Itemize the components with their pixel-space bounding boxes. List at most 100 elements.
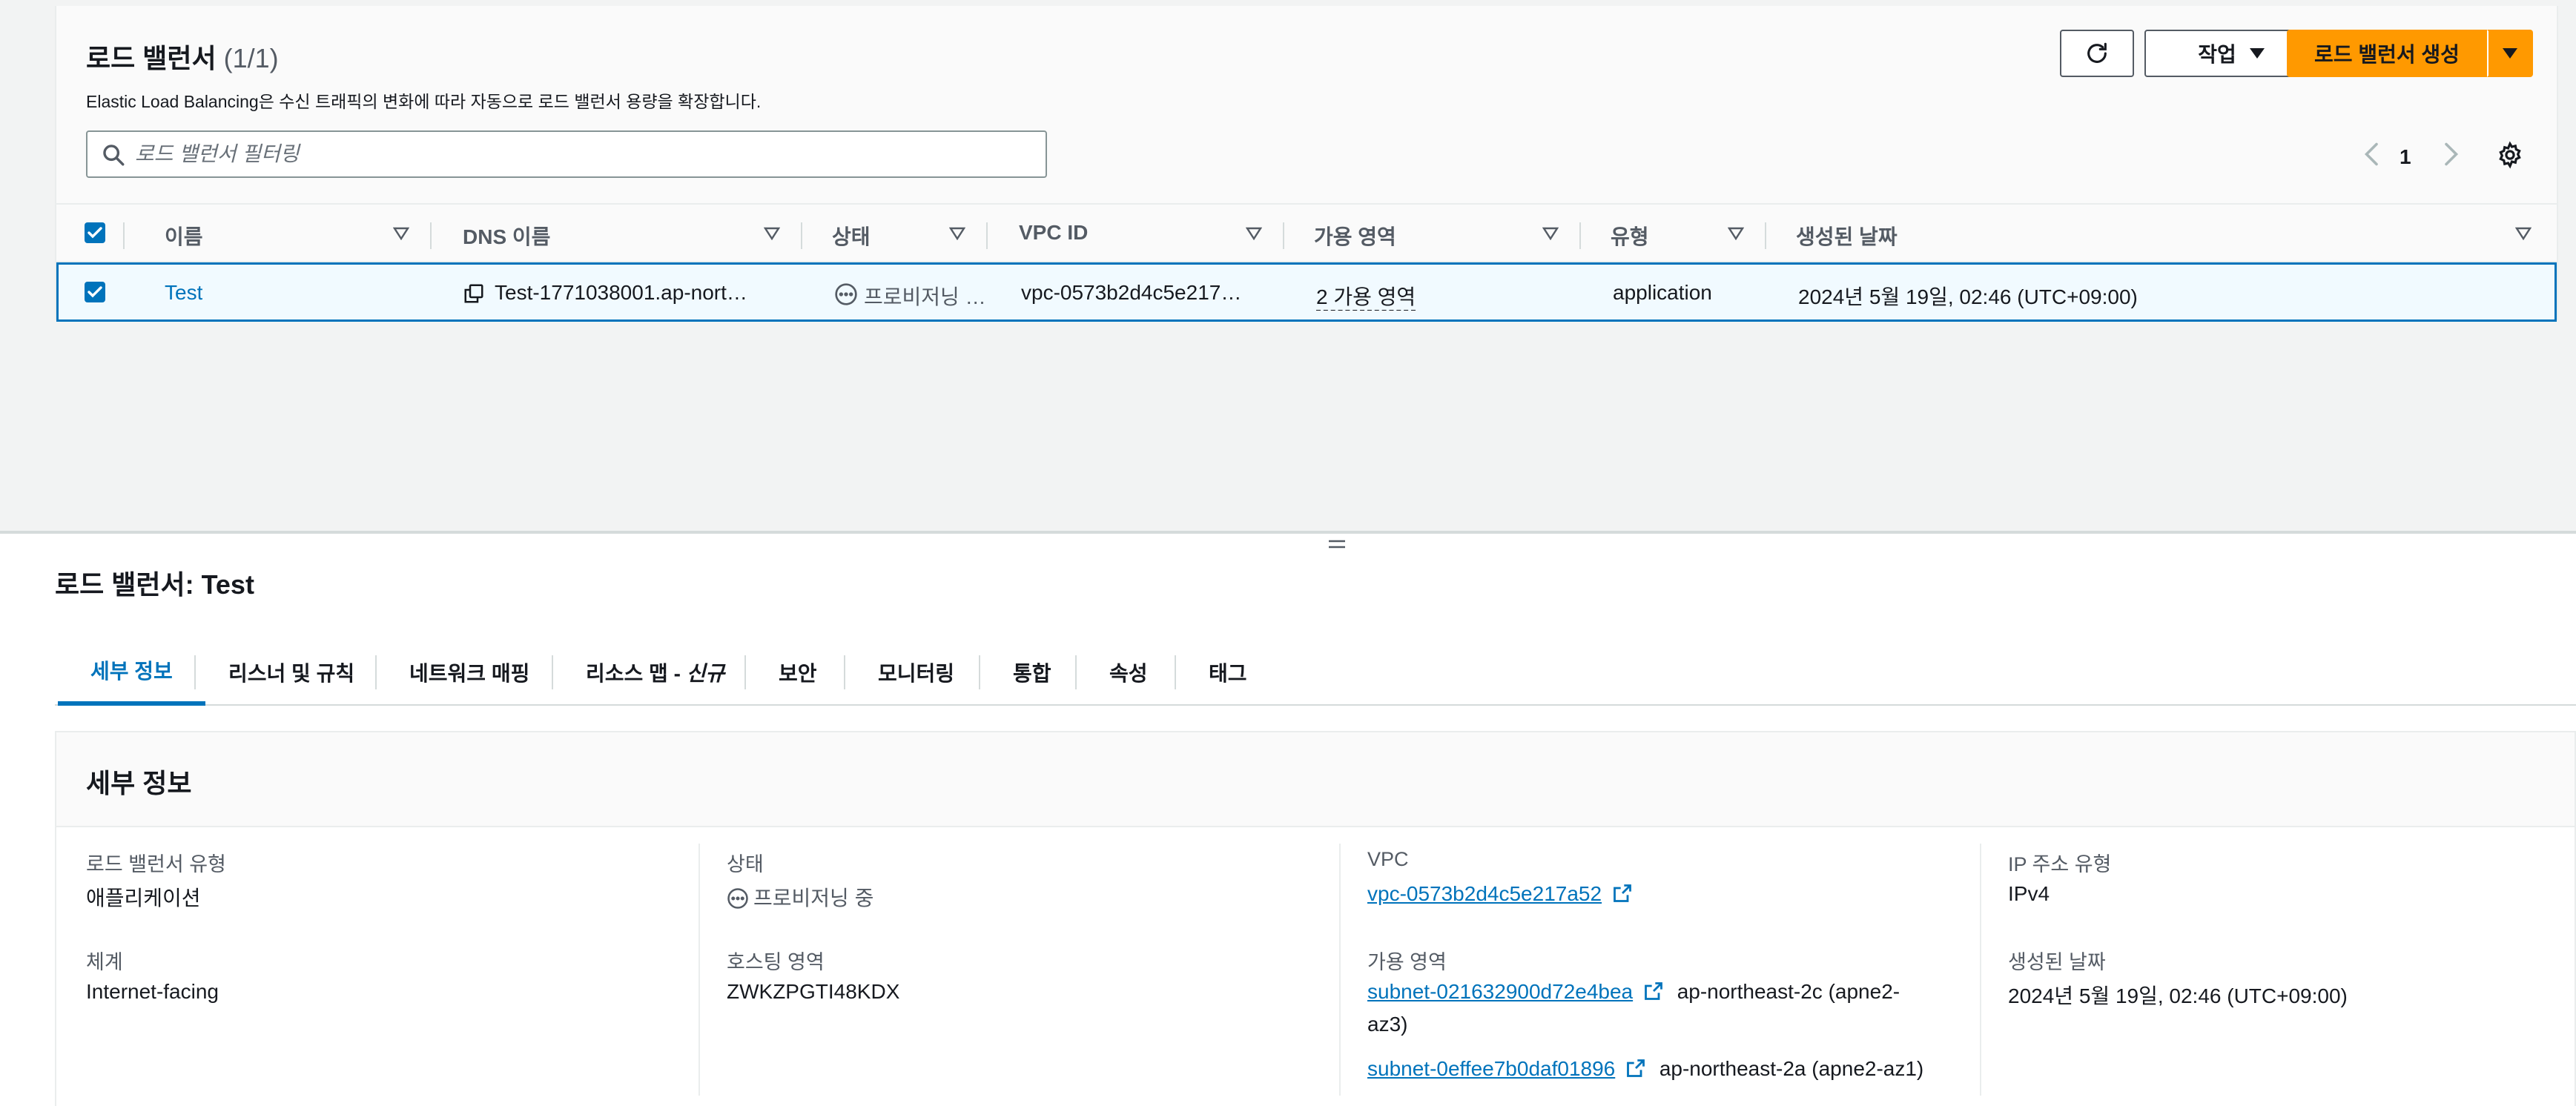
- row-created: 2024년 5월 19일, 02:46 (UTC+09:00): [1798, 285, 2138, 308]
- row-dns: Test-1771038001.ap-nort…: [495, 281, 747, 304]
- details-column-4: IP 주소 유형 IPv4 생성된 날짜 2024년 5월 19일, 02:46…: [2008, 827, 2557, 1106]
- external-link-icon[interactable]: [1612, 883, 1633, 904]
- list-title-text: 로드 밸런서: [86, 43, 217, 73]
- column-header-az[interactable]: 가용 영역: [1314, 221, 1396, 251]
- create-label: 로드 밸런서 생성: [2314, 43, 2460, 66]
- status-text: 프로비저닝 중: [753, 887, 874, 910]
- gear-icon[interactable]: [2496, 141, 2524, 169]
- search-box: [86, 130, 1047, 178]
- new-badge: 신규: [686, 662, 725, 685]
- column-header-name[interactable]: 이름: [165, 221, 203, 251]
- tab-label: 네트워크 매핑: [409, 662, 530, 685]
- details-column-3: VPC vpc-0573b2d4c5e217a52 가용 영역 subnet-0…: [1367, 827, 1975, 1106]
- check-icon: [87, 227, 102, 239]
- panel-splitter[interactable]: [0, 531, 2576, 534]
- drag-handle-icon[interactable]: [1327, 538, 1347, 550]
- tab-attributes[interactable]: 속성: [1077, 639, 1180, 706]
- sort-triangle-icon[interactable]: [764, 227, 780, 240]
- sort-triangle-icon[interactable]: [2515, 227, 2532, 240]
- status-value: 프로비저닝 중: [727, 882, 873, 912]
- sort-triangle-icon[interactable]: [393, 227, 409, 240]
- lb-type-value: 애플리케이션: [86, 887, 201, 910]
- check-icon: [87, 286, 102, 298]
- created-label: 생성된 날짜: [2008, 951, 2106, 973]
- vpc-label: VPC: [1367, 848, 1409, 870]
- tab-integrations[interactable]: 통합: [980, 639, 1084, 706]
- row-status: 프로비저닝 중…: [864, 285, 990, 308]
- sort-triangle-icon[interactable]: [1542, 227, 1559, 240]
- tab-monitoring[interactable]: 모니터링: [845, 639, 987, 706]
- refresh-icon: [2087, 42, 2107, 63]
- load-balancer-list-panel: 로드 밸런서 (1/1) Elastic Load Balancing은 수신 …: [55, 6, 2558, 322]
- refresh-button[interactable]: [2060, 30, 2134, 77]
- row-checkbox[interactable]: [85, 282, 105, 302]
- tab-network-mapping[interactable]: 네트워크 매핑: [377, 639, 562, 706]
- column-header-dns[interactable]: DNS 이름: [463, 221, 550, 251]
- details-column-2: 상태 프로비저닝 중 호스팅 영역 ZWKZPGTI48KDX: [727, 827, 1335, 1106]
- search-icon: [103, 145, 125, 166]
- chevron-right-icon[interactable]: [2440, 141, 2462, 168]
- sort-triangle-icon[interactable]: [949, 227, 965, 240]
- lb-type-label: 로드 밸런서 유형: [86, 853, 226, 875]
- pending-icon: [835, 283, 857, 305]
- tab-details[interactable]: 세부 정보: [58, 639, 205, 706]
- tab-listeners[interactable]: 리스너 및 규칙: [196, 639, 387, 706]
- subnet-1-zone-cont: az3): [1367, 1013, 1408, 1036]
- details-card: 세부 정보 로드 밸런서 유형 애플리케이션 체계 Internet-facin…: [55, 731, 2576, 1106]
- caret-down-icon: [2249, 48, 2265, 59]
- hosted-zone-label: 호스팅 영역: [727, 951, 825, 973]
- row-name-link[interactable]: Test: [165, 281, 202, 305]
- tab-label: 세부 정보: [90, 660, 173, 683]
- pending-icon: [727, 888, 748, 909]
- tab-label: 태그: [1209, 662, 1247, 685]
- load-balancer-list-area: 로드 밸런서 (1/1) Elastic Load Balancing은 수신 …: [0, 0, 2576, 531]
- details-column-1: 로드 밸런서 유형 애플리케이션 체계 Internet-facing: [86, 827, 694, 1106]
- scheme-label: 체계: [86, 951, 123, 973]
- caret-down-icon: [2503, 48, 2517, 59]
- column-header-status[interactable]: 상태: [832, 221, 871, 251]
- sort-triangle-icon[interactable]: [1246, 227, 1262, 240]
- ip-type-value: IPv4: [2008, 882, 2050, 905]
- tab-tags[interactable]: 태그: [1176, 639, 1280, 706]
- tab-label: 리스너 및 규칙: [228, 662, 355, 685]
- external-link-icon[interactable]: [1625, 1058, 1646, 1079]
- actions-label: 작업: [2198, 43, 2236, 66]
- detail-tabs: 세부 정보 리스너 및 규칙 네트워크 매핑 리소스 맵 - 신규 보안 모니터…: [55, 639, 2576, 706]
- row-vpc: vpc-0573b2d4c5e217…: [1021, 281, 1242, 304]
- scheme-value: Internet-facing: [86, 980, 219, 1003]
- tab-label: 속성: [1109, 662, 1148, 685]
- subnet-1-link[interactable]: subnet-021632900d72e4bea: [1367, 980, 1633, 1003]
- row-type: application: [1613, 281, 1712, 304]
- select-all-checkbox[interactable]: [85, 222, 105, 243]
- column-header-type[interactable]: 유형: [1611, 221, 1649, 251]
- external-link-icon[interactable]: [1643, 981, 1664, 1001]
- vpc-value: vpc-0573b2d4c5e217a52: [1367, 882, 1633, 906]
- chevron-left-icon[interactable]: [2361, 141, 2383, 168]
- tab-label: 리소스 맵 -: [586, 662, 687, 685]
- tab-resource-map[interactable]: 리소스 맵 - 신규: [553, 639, 757, 706]
- created-value: 2024년 5월 19일, 02:46 (UTC+09:00): [2008, 984, 2348, 1007]
- vpc-link[interactable]: vpc-0573b2d4c5e217a52: [1367, 882, 1602, 905]
- create-load-balancer-button[interactable]: 로드 밸런서 생성: [2287, 30, 2487, 77]
- hosted-zone-value: ZWKZPGTI48KDX: [727, 980, 900, 1003]
- list-count: (1/1): [223, 43, 279, 73]
- copy-icon[interactable]: [463, 282, 485, 305]
- sort-triangle-icon[interactable]: [1728, 227, 1744, 240]
- column-header-created[interactable]: 생성된 날짜: [1796, 221, 1898, 251]
- subnet-2: subnet-0effee7b0daf01896 ap-northeast-2a…: [1367, 1057, 1923, 1081]
- column-header-vpc[interactable]: VPC ID: [1019, 221, 1088, 245]
- list-description: Elastic Load Balancing은 수신 트래픽의 변화에 따라 자…: [86, 92, 762, 111]
- status-label: 상태: [727, 853, 764, 875]
- create-dropdown-button[interactable]: [2487, 30, 2533, 77]
- tab-label: 보안: [779, 662, 817, 685]
- ip-type-label: IP 주소 유형: [2008, 853, 2112, 875]
- search-input[interactable]: [135, 138, 1025, 170]
- subnet-2-link[interactable]: subnet-0effee7b0daf01896: [1367, 1057, 1615, 1080]
- page-number[interactable]: 1: [2400, 145, 2411, 169]
- tab-label: 모니터링: [878, 662, 955, 685]
- row-az[interactable]: 2 가용 영역: [1316, 285, 1416, 311]
- table-row[interactable]: Test Test-1771038001.ap-nort… 프로비저닝 중… v…: [56, 262, 2557, 322]
- subnet-1-zone: ap-northeast-2c (apne2-: [1677, 980, 1900, 1003]
- row-az-popover[interactable]: 2 가용 영역: [1316, 281, 1416, 311]
- tab-security[interactable]: 보안: [746, 639, 850, 706]
